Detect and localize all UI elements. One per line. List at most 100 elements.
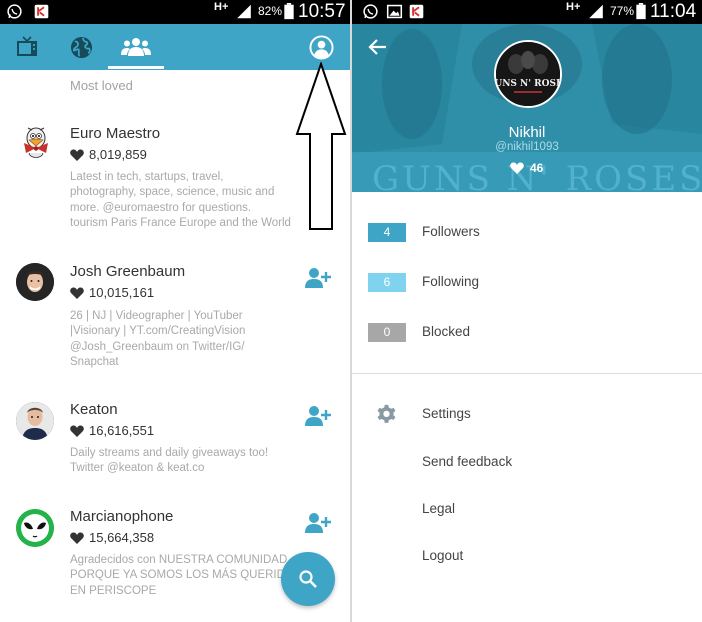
love-count-value: 8,019,859	[89, 147, 147, 162]
love-count: 10,015,161	[70, 285, 154, 300]
menu-divider	[352, 373, 702, 374]
tv-icon	[17, 36, 37, 56]
menu-item-legal[interactable]: Legal	[352, 498, 702, 522]
love-count-value: 10,015,161	[89, 285, 155, 300]
avatar	[16, 123, 56, 163]
profile-name: Nikhil	[508, 124, 546, 141]
clock: 11:04	[650, 1, 697, 22]
user-name: Keaton	[70, 401, 118, 418]
settings-label: Settings	[422, 406, 471, 421]
heart-icon	[70, 148, 84, 161]
user-bio: Latest in tech, startups, travel, photog…	[70, 170, 310, 231]
following-label: Following	[422, 274, 480, 289]
whatsapp-icon	[363, 4, 378, 19]
tab-tv[interactable]	[0, 24, 54, 70]
user-name: Marcianophone	[70, 508, 174, 525]
people-icon	[121, 38, 151, 56]
blocked-label: Blocked	[422, 324, 471, 339]
heart-icon	[70, 286, 84, 299]
globe-icon	[70, 36, 93, 59]
whatsapp-icon	[7, 4, 22, 19]
most-loved-screen: H+ 82% 10:57 Most loved Euro Maestro 8,0…	[0, 0, 350, 622]
heart-icon	[70, 531, 84, 544]
legal-label: Legal	[422, 501, 456, 516]
gear-icon	[377, 404, 396, 423]
list-item[interactable]: Josh Greenbaum 10,015,161 26 | NJ | Vide…	[0, 258, 350, 378]
bio-line: Agradecidos con NUESTRA COMUNIDAD	[70, 554, 288, 566]
user-bio: 26 | NJ | Videographer | YouTuber |Visio…	[70, 309, 310, 370]
profile-handle: @nikhil1093	[495, 141, 559, 153]
menu-item-send-feedback[interactable]: Send feedback	[352, 451, 702, 475]
search-icon	[299, 570, 317, 588]
profile-avatar[interactable]: GUNS N' ROSES	[494, 40, 562, 108]
follow-user-button[interactable]	[305, 267, 331, 289]
clock: 10:57	[298, 1, 346, 22]
avatar	[16, 402, 54, 440]
bio-line: EN PERISCOPE	[70, 584, 157, 597]
user-name: Euro Maestro	[70, 125, 161, 142]
following-count-badge: 6	[368, 273, 406, 292]
love-count: 8,019,859	[70, 147, 147, 162]
bio-line: photography, space, science, music and	[70, 186, 275, 199]
annotation-arrow	[295, 62, 347, 230]
battery-icon	[284, 3, 294, 20]
blocked-count-badge: 0	[368, 323, 406, 342]
profile-screen: H+ 77% 11:04 GUNS N' ROSES NS N' ROS Nik…	[352, 0, 702, 622]
band-logo-image: GUNS N' ROSES	[496, 42, 560, 106]
heart-icon	[70, 424, 84, 437]
bio-line: Snapchat	[70, 355, 119, 368]
battery-percentage: 77%	[610, 4, 635, 18]
alien-logo-image	[16, 509, 54, 547]
network-h-plus-icon: H+	[566, 1, 581, 13]
menu-item-logout[interactable]: Logout	[352, 545, 702, 569]
followers-row[interactable]: 4 Followers	[368, 223, 688, 243]
avatar-band-text: GUNS N' ROSES	[496, 79, 560, 89]
active-tab-indicator	[108, 66, 164, 69]
signal-icon	[237, 4, 251, 19]
love-count: 15,664,358	[70, 530, 154, 545]
followers-count-badge: 4	[368, 223, 406, 242]
section-title: Most loved	[70, 78, 133, 93]
love-count: 16,616,551	[70, 423, 154, 438]
app-notification-icon	[34, 4, 49, 19]
user-bio: Daily streams and daily giveaways too! T…	[70, 446, 310, 477]
battery-icon	[636, 3, 646, 20]
list-item[interactable]: Keaton 16,616,551 Daily streams and dail…	[0, 396, 350, 496]
bio-line: Twitter @keaton & keat.co	[70, 462, 205, 475]
avatar	[16, 263, 54, 301]
user-bio: Agradecidos con NUESTRA COMUNIDAD PORQUE…	[70, 553, 310, 599]
logout-label: Logout	[422, 548, 464, 563]
blocked-row[interactable]: 0 Blocked	[368, 323, 688, 343]
bird-mascot-image	[24, 127, 48, 158]
tab-people[interactable]	[108, 24, 164, 70]
status-bar: H+ 82% 10:57	[0, 0, 350, 24]
bio-line: Latest in tech, startups, travel,	[70, 171, 224, 183]
avatar	[16, 509, 54, 547]
send-feedback-label: Send feedback	[422, 454, 513, 469]
menu-item-settings[interactable]: Settings	[352, 403, 702, 427]
bio-line: @Josh_Greenbaum on Twitter/IG/	[70, 340, 245, 353]
user-name: Josh Greenbaum	[70, 263, 186, 280]
following-row[interactable]: 6 Following	[368, 273, 688, 293]
user-photo	[16, 263, 54, 301]
love-count-value: 15,664,358	[89, 530, 155, 545]
follow-user-button[interactable]	[305, 405, 331, 427]
followers-label: Followers	[422, 224, 480, 239]
profile-header: GUNS N' ROSES GUNS N' ROSES Nikhil @nikh…	[352, 24, 702, 192]
bio-line: 26 | NJ | Videographer | YouTuber	[70, 310, 243, 322]
user-photo	[16, 402, 54, 440]
status-bar: H+ 77% 11:04	[352, 0, 702, 24]
bio-line: tourism Paris France Europe and the Worl…	[70, 216, 291, 229]
back-arrow-icon[interactable]	[368, 38, 388, 56]
search-button[interactable]	[281, 552, 335, 606]
follow-user-button[interactable]	[305, 512, 331, 534]
battery-percentage: 82%	[258, 4, 283, 18]
tab-global[interactable]	[54, 24, 108, 70]
profile-love-count: 46	[510, 161, 543, 175]
heart-icon	[510, 162, 524, 174]
network-h-plus-icon: H+	[214, 1, 229, 13]
bio-line: more. @euromaestro for questions.	[70, 201, 252, 214]
profile-icon	[309, 35, 334, 60]
bio-line: PORQUE YA SOMOS LOS MÁS QUERIDOS	[70, 569, 302, 582]
bio-line: Daily streams and daily giveaways too!	[70, 447, 269, 459]
